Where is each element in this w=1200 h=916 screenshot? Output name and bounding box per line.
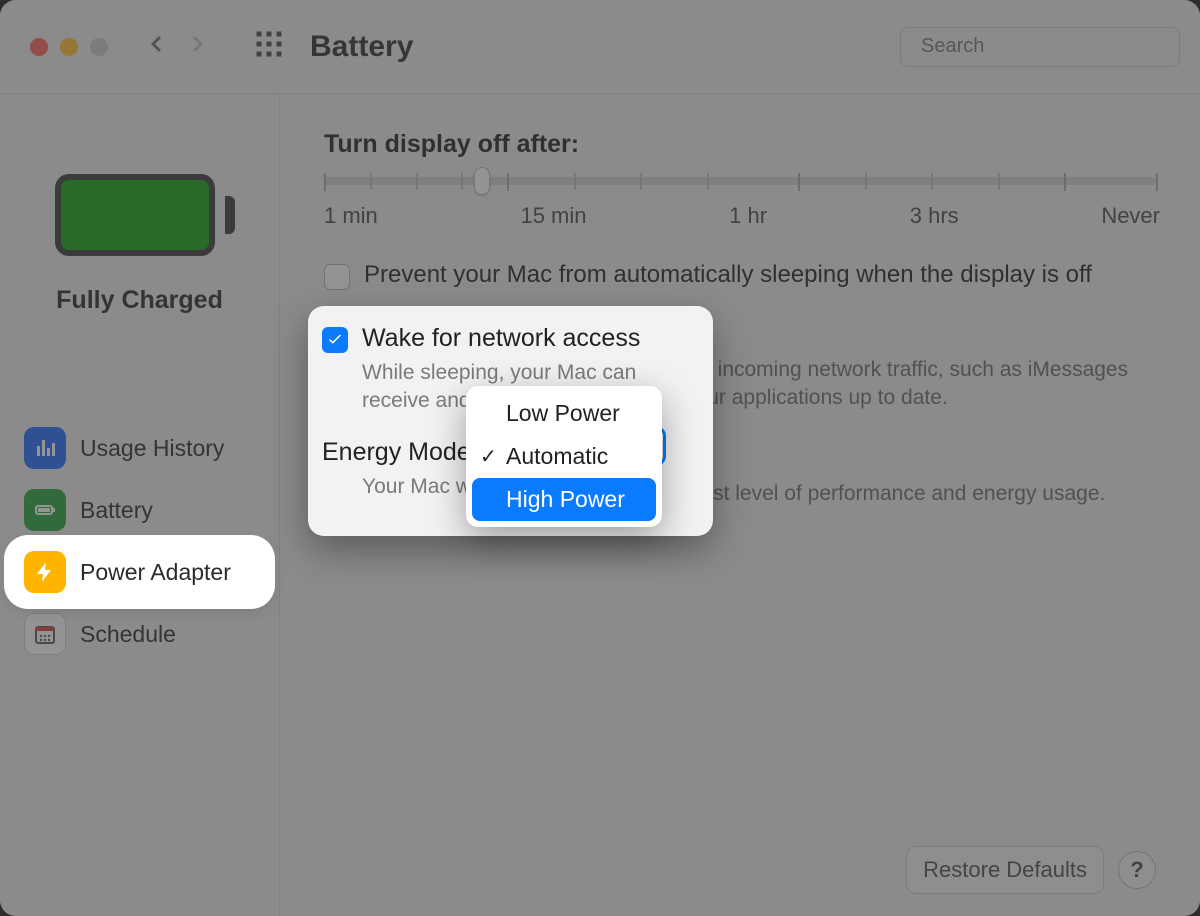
menu-item-automatic[interactable]: ✓ Automatic	[472, 435, 656, 478]
tick-label: Never	[1101, 203, 1160, 229]
sidebar: Fully Charged Usage History Battery	[0, 94, 280, 916]
slider-thumb[interactable]	[474, 167, 490, 195]
menu-item-label: Low Power	[506, 400, 620, 426]
chevron-left-icon	[144, 32, 168, 56]
restore-defaults-button[interactable]: Restore Defaults	[906, 846, 1104, 894]
chevron-right-icon	[186, 32, 210, 56]
close-window-button[interactable]	[30, 38, 48, 56]
search-input[interactable]	[919, 34, 1188, 59]
menu-item-high-power[interactable]: High Power	[472, 478, 656, 521]
wake-network-checkbox-callout[interactable]	[322, 327, 348, 353]
slider-track[interactable]	[324, 177, 1156, 185]
zoom-window-button[interactable]	[90, 38, 108, 56]
display-off-title: Turn display off after:	[324, 130, 1156, 159]
battery-icon	[55, 174, 225, 256]
search-field[interactable]	[900, 27, 1180, 67]
sidebar-item-battery[interactable]: Battery	[12, 481, 267, 539]
prevent-sleep-label: Prevent your Mac from automatically slee…	[364, 261, 1092, 289]
prevent-sleep-row: Prevent your Mac from automatically slee…	[324, 261, 1156, 290]
calendar-icon	[24, 613, 66, 655]
prevent-sleep-checkbox[interactable]	[324, 264, 350, 290]
bolt-icon	[24, 551, 66, 593]
minimize-window-button[interactable]	[60, 38, 78, 56]
forward-button[interactable]	[184, 30, 212, 64]
sidebar-item-usage-history[interactable]: Usage History	[12, 419, 267, 477]
display-off-slider[interactable]: 1 min 15 min 1 hr 3 hrs Never	[324, 177, 1156, 229]
tick-label: 1 min	[324, 203, 378, 229]
menu-item-label: High Power	[506, 486, 625, 512]
checkmark-icon	[326, 331, 344, 349]
page-title: Battery	[310, 30, 413, 64]
show-all-icon[interactable]	[254, 29, 284, 64]
menu-item-low-power[interactable]: Low Power	[472, 392, 656, 435]
battery-status-label: Fully Charged	[12, 286, 267, 315]
help-button[interactable]: ?	[1118, 851, 1156, 889]
sidebar-item-label: Schedule	[80, 621, 176, 648]
preferences-window: Battery Fully Charged Usage History	[0, 0, 1200, 916]
sidebar-item-power-adapter[interactable]: Power Adapter	[12, 543, 267, 601]
usage-history-icon	[24, 427, 66, 469]
energy-mode-menu[interactable]: Low Power ✓ Automatic High Power	[466, 386, 662, 527]
bottom-actions: Restore Defaults ?	[906, 846, 1156, 894]
menu-item-label: Automatic	[506, 443, 608, 469]
back-button[interactable]	[142, 30, 170, 64]
callout-wake-label: Wake for network access	[362, 324, 640, 353]
sidebar-item-label: Battery	[80, 497, 153, 524]
window-controls	[30, 38, 108, 56]
sidebar-item-schedule[interactable]: Schedule	[12, 605, 267, 663]
tick-label: 1 hr	[729, 203, 767, 229]
sidebar-item-label: Power Adapter	[80, 559, 231, 586]
sidebar-item-label: Usage History	[80, 435, 224, 462]
tick-label: 15 min	[520, 203, 586, 229]
sidebar-list: Usage History Battery Power Adapter	[12, 419, 267, 663]
toolbar: Battery	[0, 0, 1200, 94]
callout-energy-label: Energy Mode:	[322, 438, 478, 467]
checkmark-icon: ✓	[480, 444, 497, 469]
battery-small-icon	[24, 489, 66, 531]
tick-label: 3 hrs	[910, 203, 959, 229]
slider-tick-labels: 1 min 15 min 1 hr 3 hrs Never	[324, 203, 1156, 229]
